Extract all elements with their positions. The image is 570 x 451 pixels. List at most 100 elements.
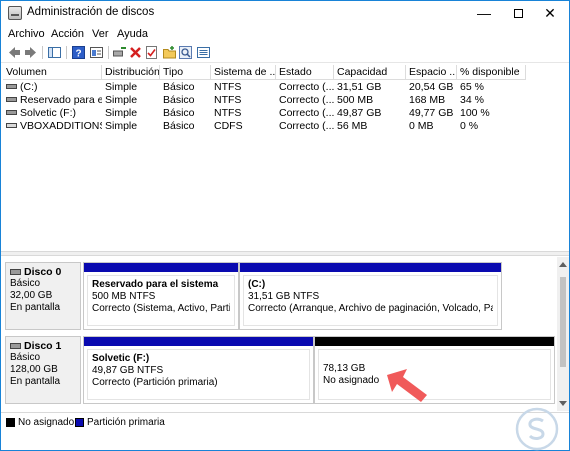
cell-layout: Simple — [105, 120, 138, 132]
back-arrow-icon[interactable] — [7, 45, 22, 60]
column-header-tipo[interactable]: Tipo — [160, 65, 211, 80]
partition-c[interactable]: (C:) 31,51 GB NTFS Correcto (Arranque, A… — [239, 262, 502, 330]
new-folder-icon[interactable] — [162, 45, 177, 60]
toolbar-separator — [108, 46, 109, 59]
cell-type: Básico — [163, 107, 195, 119]
partition-title: Solvetic (F:) — [92, 353, 150, 364]
partition-title: (C:) — [248, 279, 266, 290]
table-row[interactable]: (C:) Simple Básico NTFS Correcto (... 31… — [3, 81, 567, 94]
column-header-capacidad[interactable]: Capacidad — [334, 65, 406, 80]
cell-status: Correcto (... — [279, 81, 334, 93]
toolbar-separator — [42, 46, 43, 59]
title-bar: Administración de discos — ✕ — [1, 1, 569, 25]
menu-ver[interactable]: Ver — [92, 28, 109, 40]
cell-filesystem: NTFS — [214, 81, 242, 93]
table-row[interactable]: Solvetic (F:) Simple Básico NTFS Correct… — [3, 107, 567, 120]
disk-label-0[interactable]: Disco 0 Básico 32,00 GB En pantalla — [5, 262, 81, 330]
partition-bar — [84, 263, 238, 272]
maximize-icon — [513, 9, 523, 18]
cell-free-space: 168 MB — [409, 94, 446, 106]
disk-row-0: Disco 0 Básico 32,00 GB En pantalla Rese… — [5, 262, 555, 330]
disk-name: Disco 0 — [24, 266, 62, 278]
delete-icon[interactable] — [128, 45, 143, 60]
disk-icon — [10, 343, 21, 350]
partition-bar — [315, 337, 554, 346]
table-row[interactable]: VBOXADDITIONS_... Simple Básico CDFS Cor… — [3, 120, 567, 133]
cell-status: Correcto (... — [279, 120, 334, 132]
legend-label-unallocated: No asignado — [18, 417, 75, 428]
cell-free-space: 20,54 GB — [409, 81, 454, 93]
forward-arrow-icon[interactable] — [23, 45, 38, 60]
cd-drive-icon — [6, 122, 17, 128]
cell-type: Básico — [163, 94, 195, 106]
minimize-button[interactable]: — — [467, 1, 501, 25]
cell-percent-free: 100 % — [460, 107, 490, 119]
cell-layout: Simple — [105, 107, 138, 119]
cell-type: Básico — [163, 120, 195, 132]
maximize-button[interactable] — [501, 1, 535, 25]
column-header-sistema[interactable]: Sistema de ... — [211, 65, 276, 80]
column-header-espacio[interactable]: Espacio ... — [406, 65, 457, 80]
cell-capacity: 56 MB — [337, 120, 368, 132]
disk-map: Disco 0 Básico 32,00 GB En pantalla Rese… — [1, 257, 557, 411]
cell-volume: (C:) — [20, 81, 38, 93]
disk-size: 32,00 GB — [10, 290, 53, 301]
cell-type: Básico — [163, 81, 195, 93]
cell-capacity: 31,51 GB — [337, 81, 382, 93]
cell-free-space: 49,77 GB — [409, 107, 454, 119]
view-list-icon[interactable] — [196, 45, 211, 60]
partition-size: 49,87 GB NTFS — [92, 365, 164, 376]
legend-label-primary: Partición primaria — [87, 417, 165, 428]
menu-ayuda[interactable]: Ayuda — [117, 28, 148, 40]
disk-status: En pantalla — [10, 302, 61, 313]
solvetic-watermark-logo — [515, 407, 559, 451]
disk-management-app-icon — [8, 6, 22, 20]
cell-percent-free: 0 % — [460, 120, 479, 132]
disk-map-scrollbar[interactable] — [557, 257, 569, 411]
table-row[interactable]: Reservado para el ... Simple Básico NTFS… — [3, 94, 567, 107]
volume-list: Volumen Distribución Tipo Sistema de ...… — [3, 65, 567, 251]
cell-percent-free: 65 % — [460, 81, 484, 93]
cell-filesystem: NTFS — [214, 94, 242, 106]
window-title: Administración de discos — [27, 6, 155, 18]
scroll-down-icon[interactable] — [559, 401, 567, 406]
partition-status: No asignado — [323, 375, 380, 386]
pane-splitter[interactable] — [1, 251, 569, 256]
cell-percent-free: 34 % — [460, 94, 484, 106]
scroll-thumb[interactable] — [560, 277, 566, 367]
menu-archivo[interactable]: Archivo — [8, 28, 45, 40]
cell-filesystem: CDFS — [214, 120, 243, 132]
disk-type: Básico — [10, 352, 41, 363]
search-icon[interactable] — [178, 45, 193, 60]
partition-status: Correcto (Partición primaria) — [92, 377, 218, 388]
menu-accion[interactable]: Acción — [51, 28, 84, 40]
menu-bar: Archivo Acción Ver Ayuda — [1, 25, 569, 43]
column-header-volumen[interactable]: Volumen — [3, 65, 102, 80]
partition-status: Correcto (Arranque, Archivo de paginació… — [248, 303, 493, 314]
connect-icon[interactable] — [112, 45, 127, 60]
properties-icon[interactable] — [89, 45, 104, 60]
partition-status: Correcto (Sistema, Activo, Partición — [92, 303, 230, 314]
close-button[interactable]: ✕ — [533, 1, 567, 25]
help-icon[interactable]: ? — [71, 45, 86, 60]
column-header-disponible[interactable]: % disponible — [457, 65, 526, 80]
console-tree-icon[interactable] — [47, 45, 62, 60]
legend: No asignado Partición primaria — [1, 412, 569, 432]
partition-bar — [84, 337, 313, 346]
disk-label-1[interactable]: Disco 1 Básico 128,00 GB En pantalla — [5, 336, 81, 404]
disk-row-1: Disco 1 Básico 128,00 GB En pantalla Sol… — [5, 336, 555, 404]
scroll-up-icon[interactable] — [559, 262, 567, 267]
volume-icon — [6, 109, 17, 115]
partition-solvetic[interactable]: Solvetic (F:) 49,87 GB NTFS Correcto (Pa… — [83, 336, 314, 404]
cell-filesystem: NTFS — [214, 107, 242, 119]
cell-status: Correcto (... — [279, 107, 334, 119]
disk-icon — [10, 269, 21, 276]
partition-reserved[interactable]: Reservado para el sistema 500 MB NTFS Co… — [83, 262, 239, 330]
partition-title: Reservado para el sistema — [92, 279, 219, 290]
column-header-estado[interactable]: Estado — [276, 65, 334, 80]
checklist-icon[interactable] — [144, 45, 159, 60]
disk-status: En pantalla — [10, 376, 61, 387]
partition-unallocated[interactable]: 78,13 GB No asignado — [314, 336, 555, 404]
column-header-distribucion[interactable]: Distribución — [102, 65, 160, 80]
cell-layout: Simple — [105, 94, 138, 106]
